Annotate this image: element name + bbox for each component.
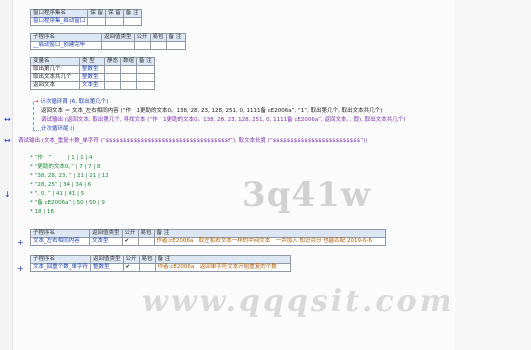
window-assembly-table: 窗口程序集名 保 留 保 留 备 注 窗口程序集_启动窗口 [29,9,142,26]
col-header: 子程序名 [29,255,92,264]
output-line: * “28, 25” | 34 | 34 | 6 [30,182,92,188]
expand-plus-icon[interactable]: + [17,239,24,247]
code-line-debug-output[interactable]: 调试输出 (返回文本, 取出第几个, 寻找文本 (“作 1更助的文本0。138,… [41,117,405,124]
watermark-logo: 3q41w [242,175,372,215]
variable-row[interactable]: 取出文本共几个 整数型 [30,73,155,82]
cell[interactable] [138,263,156,272]
col-header: 易包 [137,229,155,238]
variable-row[interactable]: 取出第几个 整数型 [30,65,155,74]
watermark-url: www.qqqsit.com [142,284,455,319]
col-header: 备 注 [165,33,186,42]
arrow-right-icon: → [34,99,39,105]
col-header: 公开 [122,255,140,264]
public-check-icon[interactable]: ✔ [121,237,139,246]
var-type[interactable]: 文本型 [79,81,105,90]
cell[interactable] [87,17,107,26]
code-line-debug-output-2[interactable]: 调试输出 (文本_重复十数_单字符 (“$$$$$$$$$$$$$$$$$$$$… [18,138,367,145]
cell[interactable] [136,73,155,82]
var-name[interactable]: 返回文本 [30,81,80,90]
editor-right-margin [455,0,531,350]
col-header: 窗口程序集名 [29,9,89,18]
current-line-arrow-icon: ↓ [4,190,11,199]
var-name[interactable]: 取出文本共几个 [30,73,80,82]
cell[interactable] [105,17,124,26]
cell[interactable] [137,237,155,246]
subroutine-table: 子程序名 返回值类型 公开 易包 备 注 __启动窗口_创建完毕 [30,33,186,50]
var-type[interactable]: 整数型 [79,65,105,74]
function-name[interactable]: 文本_回重个数_单字符 [29,263,92,272]
cell[interactable] [103,73,122,82]
cell[interactable] [165,41,186,50]
function-comment[interactable]: 作者:cE2006a 取左和右文本一样的中间文本 一并加入 知识兵分 也能匹配 … [153,237,386,246]
var-name[interactable]: 取出第几个 [30,65,80,74]
col-header: 子程序名 [30,229,90,238]
breakpoint-marker-icon[interactable]: ↔ [4,137,11,145]
window-assembly-name[interactable]: 窗口程序集_启动窗口 [29,17,89,26]
col-header: 保 留 [105,9,124,18]
cell[interactable] [103,81,122,90]
col-header: 易包 [149,33,167,42]
col-header: 类 型 [79,57,105,66]
loop-bracket-end [33,130,41,131]
col-header: 变量名 [30,57,80,66]
cell[interactable] [136,81,155,90]
cell[interactable] [103,65,122,74]
col-header: 子程序名 [30,33,102,42]
cell[interactable] [101,41,135,50]
return-type[interactable]: 整数型 [90,263,124,272]
loop-bracket [33,102,34,130]
col-header: 返回值类型 [101,33,135,42]
col-header: 静态 [103,57,122,66]
cell[interactable] [149,41,167,50]
col-header: 易包 [138,255,156,264]
col-header: 数组 [120,57,138,66]
var-type[interactable]: 整数型 [79,73,105,82]
variable-row[interactable]: 返回文本 文本型 [30,81,155,90]
local-variable-table: 变量名 类 型 静态 数组 备 注 取出第几个 整数型 取出文本共几个 整数型 … [30,57,155,90]
cell[interactable] [120,65,138,74]
cell[interactable] [122,17,142,26]
subroutine-name[interactable]: __启动窗口_创建完毕 [30,41,102,50]
col-header: 备 注 [122,9,142,18]
cell[interactable] [136,65,155,74]
function-table-2: 子程序名 返回值类型 公开 易包 备 注 文本_回重个数_单字符 整数型 ✔ 作… [29,255,291,272]
output-line: * 18 | 18 [30,209,54,215]
output-line: * “38, 28, 23, ” | 21 | 21 | 12 [30,173,109,179]
cell[interactable] [120,73,138,82]
code-editor: 窗口程序集名 保 留 保 留 备 注 窗口程序集_启动窗口 子程序名 返回值类型… [0,0,531,350]
output-line: * “, 0, ” | 41 | 41 | 5 [30,191,85,197]
code-line-loop-start[interactable]: → 计次循环首 (6, 取出第几个) [34,99,108,106]
breakpoint-marker-icon[interactable]: ↔ [4,116,11,124]
code-line-loop-end[interactable]: 计次循环尾 () [41,126,75,133]
col-header: 备 注 [136,57,155,66]
col-header: 备 注 [154,255,291,264]
function-table-1: 子程序名 返回值类型 公开 易包 备 注 文本_左右相同内容 文本型 ✔ 作者:… [30,229,386,246]
function-comment[interactable]: 作者:cE2006a 返回单字符文本开始重复的个数 [154,263,291,272]
cell[interactable] [133,41,151,50]
cell[interactable] [120,81,138,90]
output-line: * “更助的文本0。” | 7 | 7 | 8 [30,164,101,170]
output-line: * “备 cE2006a” | 50 | 50 | 9 [30,200,105,206]
public-check-icon[interactable]: ✔ [122,263,140,272]
col-header: 公开 [121,229,139,238]
col-header: 返回值类型 [90,255,124,264]
col-header: 保 留 [87,9,107,18]
return-type[interactable]: 文本型 [89,237,123,246]
code-line-assign[interactable]: 返回文本 ＝ 文本_左右相同内容 (“作 1更助的文本0。138, 28, 23… [41,108,382,115]
col-header: 备 注 [153,229,386,238]
col-header: 返回值类型 [89,229,123,238]
output-line: * “作 ” | 1 | 1 | 4 [30,155,93,161]
expand-plus-icon[interactable]: + [17,265,24,273]
col-header: 公开 [133,33,151,42]
editor-gutter [0,0,13,350]
function-name[interactable]: 文本_左右相同内容 [30,237,90,246]
